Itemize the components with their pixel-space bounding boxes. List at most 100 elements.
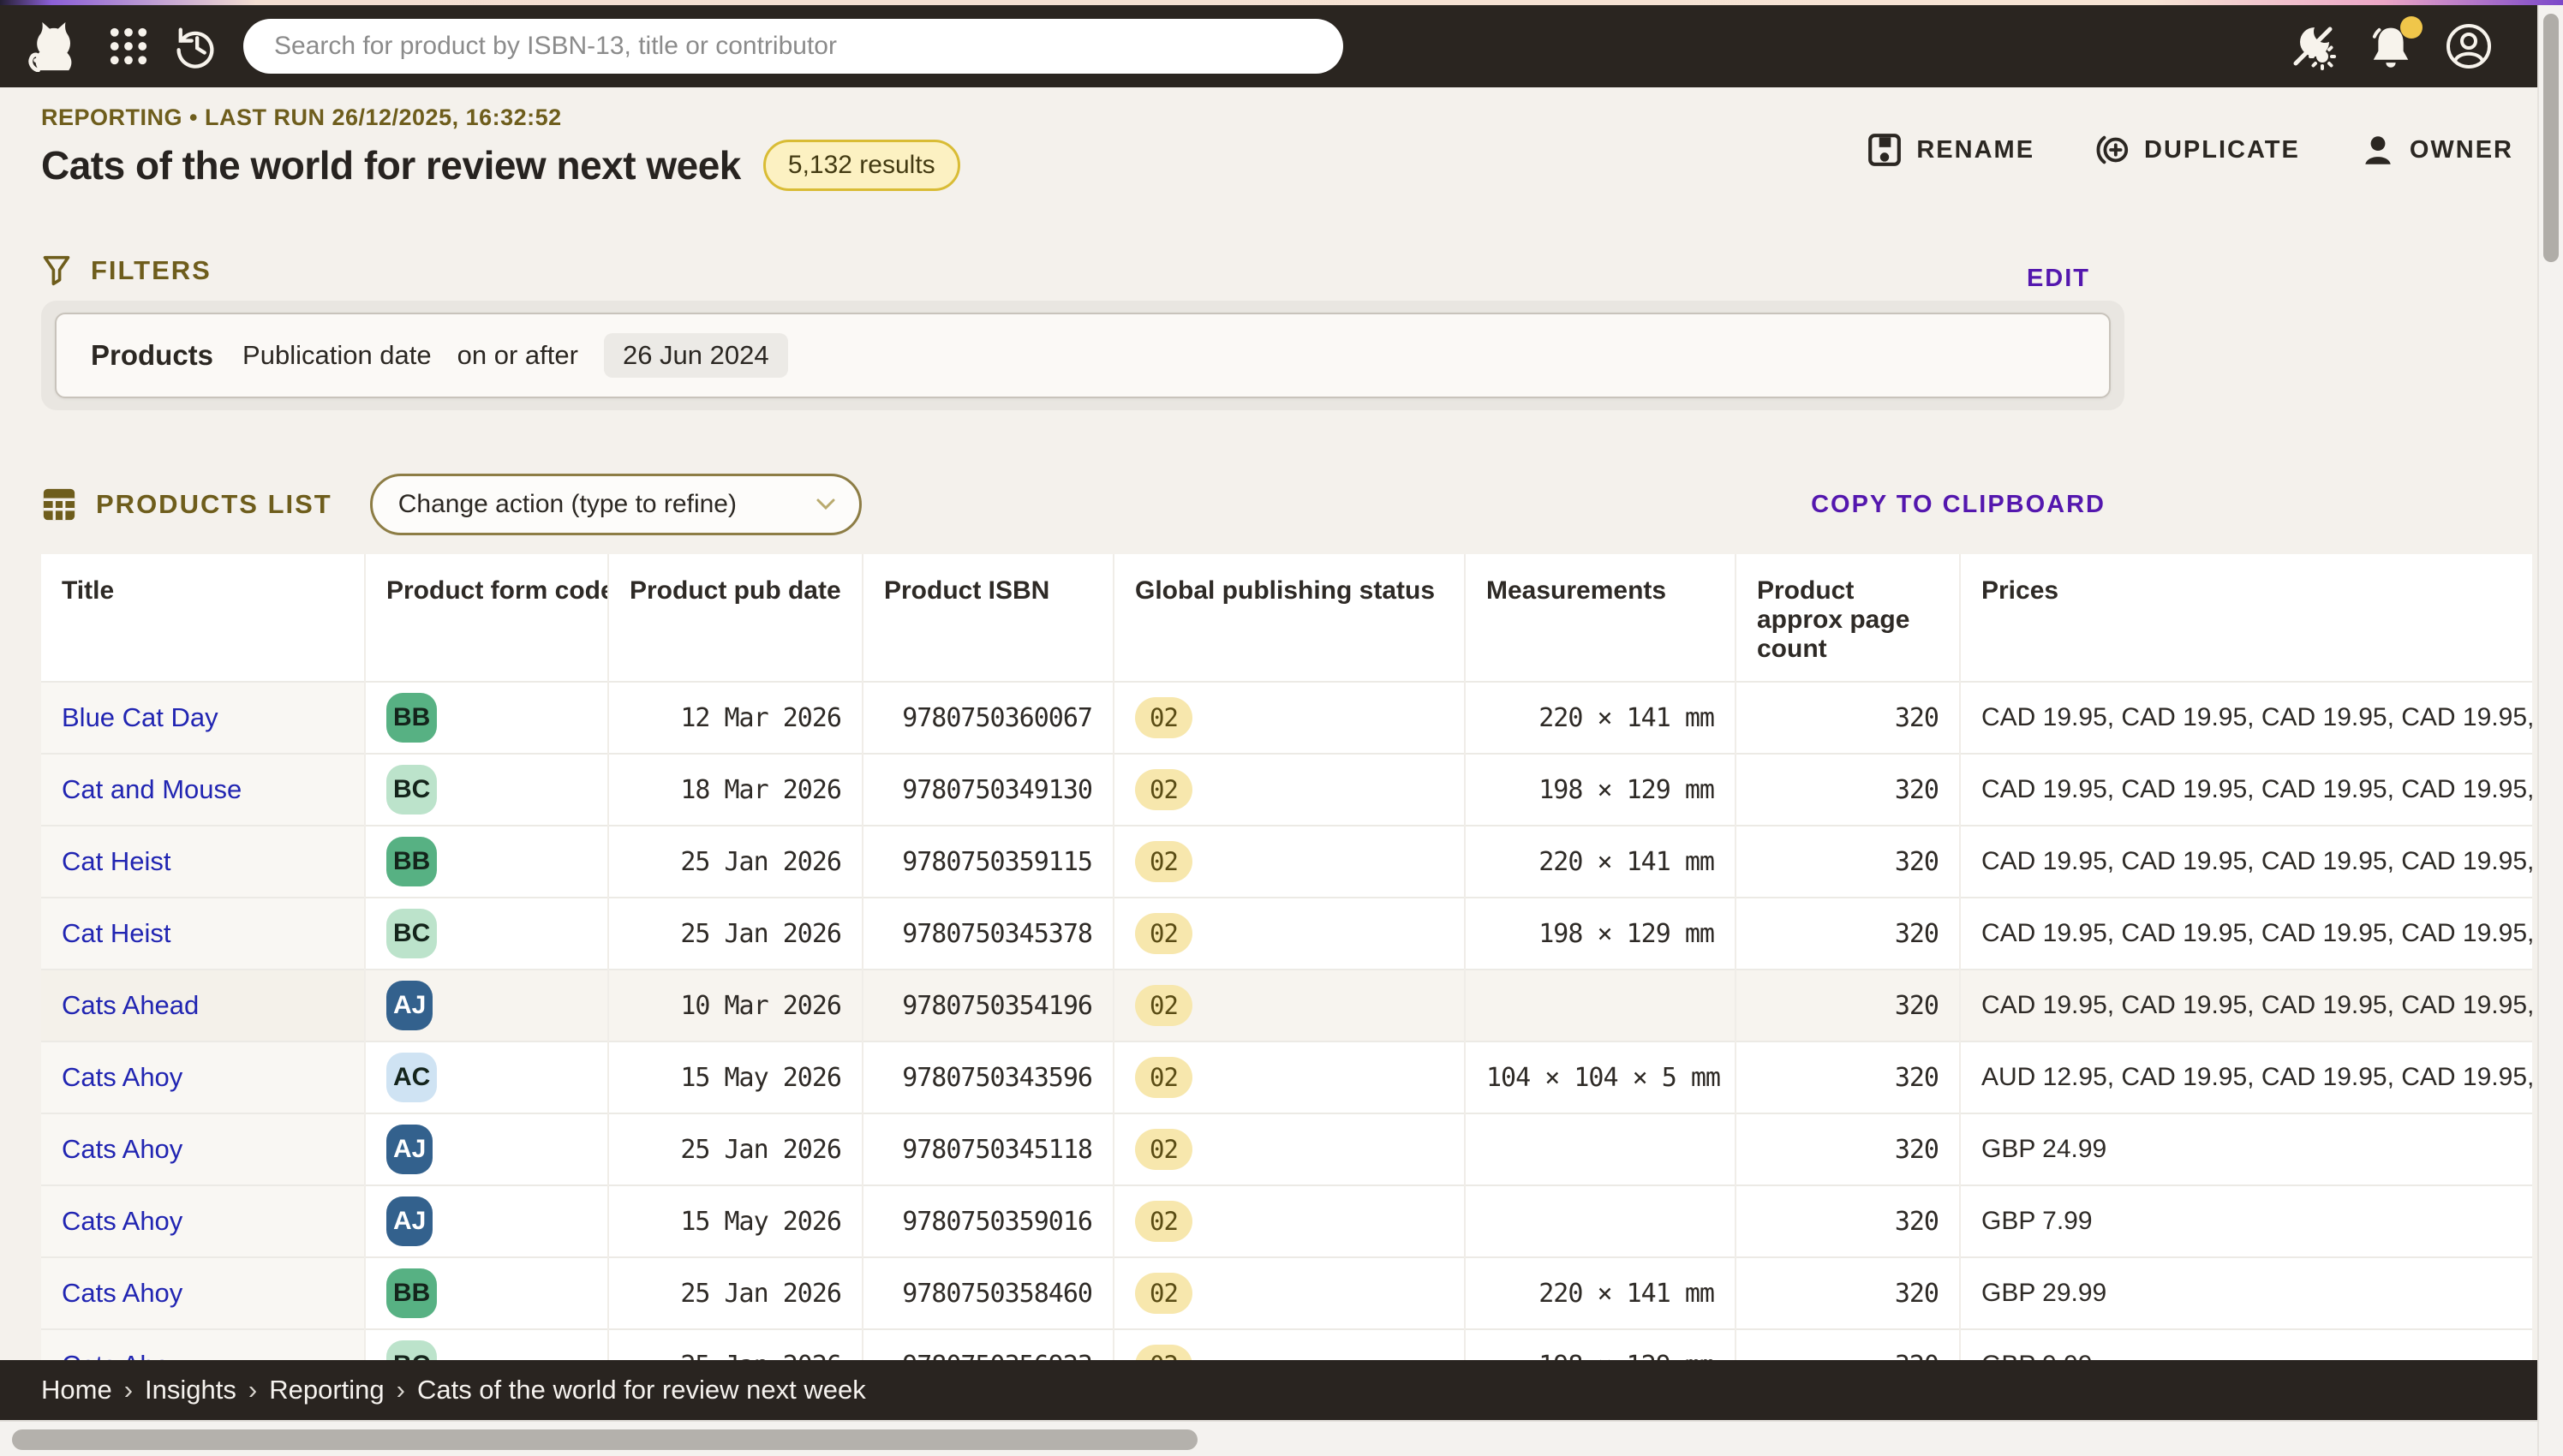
measurements-cell: 220 × 141 mm xyxy=(1465,682,1736,754)
col-header-page-count: Product approx page count xyxy=(1736,554,1960,682)
vertical-scrollbar[interactable] xyxy=(2537,0,2563,1456)
report-header: REPORTING • LAST RUN 26/12/2025, 16:32:5… xyxy=(0,87,2563,191)
measurements-cell: 220 × 141 mm xyxy=(1465,1257,1736,1329)
page-count-cell: 320 xyxy=(1736,898,1960,970)
dark-mode-toggle-icon[interactable] xyxy=(2289,22,2337,70)
top-gradient-strip xyxy=(0,0,2563,5)
apps-grid-icon[interactable] xyxy=(106,24,151,69)
pub-date-cell: 15 May 2026 xyxy=(608,1185,863,1257)
table-row: Blue Cat Day BB 12 Mar 2026 978075036006… xyxy=(41,682,2532,754)
account-icon[interactable] xyxy=(2445,22,2493,70)
product-title-link[interactable]: Cat and Mouse xyxy=(62,774,242,804)
edit-filters-link[interactable]: EDIT xyxy=(2027,265,2090,293)
top-bar xyxy=(0,5,2537,87)
publishing-status-badge: 02 xyxy=(1135,985,1192,1026)
breadcrumb-item[interactable]: Insights xyxy=(145,1375,236,1405)
isbn-cell: 9780750343596 xyxy=(863,1041,1114,1113)
report-eyebrow: REPORTING • LAST RUN 26/12/2025, 16:32:5… xyxy=(41,104,2522,131)
table-row: Cats Ahoy AJ 15 May 2026 9780750359016 0… xyxy=(41,1185,2532,1257)
product-title-link[interactable]: Cats Ahoy xyxy=(62,1134,182,1164)
col-header-title: Title xyxy=(41,554,365,682)
measurements-cell xyxy=(1465,1185,1736,1257)
publishing-status-badge: 02 xyxy=(1135,841,1192,882)
form-code-badge: BB xyxy=(386,693,437,743)
change-action-value: Change action (type to refine) xyxy=(398,490,815,519)
isbn-cell: 9780750359115 xyxy=(863,826,1114,898)
isbn-cell: 9780750345378 xyxy=(863,898,1114,970)
product-title-link[interactable]: Cats Ahoy xyxy=(62,1206,182,1236)
breadcrumb-item[interactable]: Home xyxy=(41,1375,112,1405)
results-count-badge: 5,132 results xyxy=(763,140,960,191)
rename-button[interactable]: RENAME xyxy=(1867,132,2034,168)
product-title-link[interactable]: Cats Ahead xyxy=(62,990,199,1020)
product-title-link[interactable]: Cats Ahoy xyxy=(62,1278,182,1308)
person-icon xyxy=(2360,132,2396,168)
filter-rule[interactable]: Products Publication date on or after 26… xyxy=(55,313,2111,398)
prices-cell: CAD 19.95, CAD 19.95, CAD 19.95, CAD 19.… xyxy=(1960,898,2532,970)
notifications-button[interactable] xyxy=(2368,23,2414,69)
publishing-status-badge: 02 xyxy=(1135,913,1192,954)
save-icon xyxy=(1867,132,1903,168)
isbn-cell: 9780750354196 xyxy=(863,970,1114,1041)
page-count-cell: 320 xyxy=(1736,1257,1960,1329)
product-title-link[interactable]: Cat Heist xyxy=(62,846,170,876)
footer-bar: Home›Insights›Reporting›Cats of the worl… xyxy=(0,1360,2537,1420)
filter-field: Publication date xyxy=(242,340,432,371)
form-code-badge: BC xyxy=(386,909,437,958)
table-header-row: Title Product form code Product pub date… xyxy=(41,554,2532,682)
form-code-badge: BB xyxy=(386,837,437,886)
horizontal-scrollbar-thumb[interactable] xyxy=(12,1429,1198,1450)
page-count-cell: 320 xyxy=(1736,1041,1960,1113)
table-row: Cats Ahead AJ 10 Mar 2026 9780750354196 … xyxy=(41,970,2532,1041)
prices-cell: CAD 19.95, CAD 19.95, CAD 19.95, CAD 19.… xyxy=(1960,754,2532,826)
filter-value-chip: 26 Jun 2024 xyxy=(604,333,788,378)
isbn-cell: 9780750358460 xyxy=(863,1257,1114,1329)
page-title: Cats of the world for review next week xyxy=(41,142,741,188)
duplicate-button[interactable]: DUPLICATE xyxy=(2094,132,2300,168)
publishing-status-badge: 02 xyxy=(1135,697,1192,738)
search-input[interactable] xyxy=(243,19,1343,74)
pub-date-cell: 25 Jan 2026 xyxy=(608,1113,863,1185)
isbn-cell: 9780750345118 xyxy=(863,1113,1114,1185)
product-title-link[interactable]: Blue Cat Day xyxy=(62,702,218,732)
history-icon[interactable] xyxy=(171,22,219,70)
cat-logo-icon[interactable] xyxy=(24,19,77,74)
horizontal-scrollbar[interactable] xyxy=(0,1420,2537,1456)
table-row: Cat Heist BC 25 Jan 2026 9780750345378 0… xyxy=(41,898,2532,970)
filter-box: Products Publication date on or after 26… xyxy=(41,301,2124,410)
change-action-select[interactable]: Change action (type to refine) xyxy=(370,474,862,535)
copy-to-clipboard-link[interactable]: COPY TO CLIPBOARD xyxy=(1811,491,2106,519)
measurements-cell: 220 × 141 mm xyxy=(1465,826,1736,898)
pub-date-cell: 25 Jan 2026 xyxy=(608,1257,863,1329)
measurements-cell xyxy=(1465,970,1736,1041)
app-window: REPORTING • LAST RUN 26/12/2025, 16:32:5… xyxy=(0,0,2563,1456)
breadcrumb-separator: › xyxy=(248,1375,257,1405)
breadcrumb-item[interactable]: Reporting xyxy=(269,1375,384,1405)
breadcrumb-separator: › xyxy=(124,1375,133,1405)
chevron-down-icon xyxy=(815,497,837,512)
prices-cell: GBP 7.99 xyxy=(1960,1185,2532,1257)
page-count-cell: 320 xyxy=(1736,970,1960,1041)
col-header-form-code: Product form code xyxy=(365,554,608,682)
measurements-cell xyxy=(1465,1113,1736,1185)
products-table-card: Title Product form code Product pub date… xyxy=(41,554,2532,1456)
col-header-pub-date: Product pub date xyxy=(608,554,863,682)
products-table-body: Blue Cat Day BB 12 Mar 2026 978075036006… xyxy=(41,682,2532,1456)
topbar-right-icons xyxy=(2289,22,2493,70)
breadcrumb: Home›Insights›Reporting›Cats of the worl… xyxy=(41,1375,866,1405)
form-code-badge: BC xyxy=(386,765,437,815)
prices-cell: CAD 19.95, CAD 19.95, CAD 19.95, CAD 19.… xyxy=(1960,682,2532,754)
form-code-badge: AJ xyxy=(386,1196,433,1246)
owner-button[interactable]: OWNER xyxy=(2360,132,2513,168)
measurements-cell: 198 × 129 mm xyxy=(1465,898,1736,970)
product-title-link[interactable]: Cats Ahoy xyxy=(62,1062,182,1092)
pub-date-cell: 18 Mar 2026 xyxy=(608,754,863,826)
isbn-cell: 9780750360067 xyxy=(863,682,1114,754)
product-title-link[interactable]: Cat Heist xyxy=(62,918,170,948)
page-count-cell: 320 xyxy=(1736,1185,1960,1257)
publishing-status-badge: 02 xyxy=(1135,1273,1192,1314)
form-code-badge: AJ xyxy=(386,1125,433,1174)
global-search xyxy=(243,19,1343,74)
vertical-scrollbar-thumb[interactable] xyxy=(2543,14,2559,262)
table-row: Cats Ahoy AJ 25 Jan 2026 9780750345118 0… xyxy=(41,1113,2532,1185)
